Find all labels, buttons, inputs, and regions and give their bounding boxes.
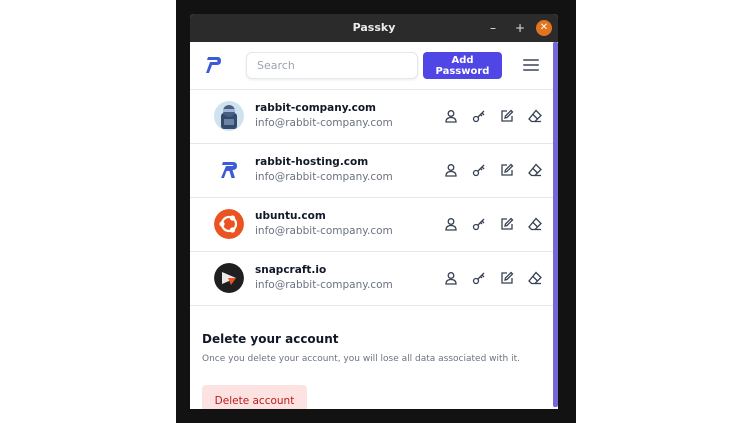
copy-password-icon[interactable] (472, 217, 486, 231)
website-name: rabbit-company.com (255, 102, 376, 114)
scrollbar-track[interactable] (553, 42, 558, 409)
passky-window: Passky – + ✕ Add Password (190, 14, 558, 409)
username-text: info@rabbit-company.com (255, 117, 393, 129)
delete-account-title: Delete your account (202, 332, 339, 346)
maximize-button[interactable]: + (512, 20, 528, 36)
window-title: Passky (352, 21, 396, 34)
password-row: ubuntu.com info@rabbit-company.com (190, 198, 553, 252)
delete-icon[interactable] (528, 109, 542, 123)
copy-username-icon[interactable] (444, 217, 458, 231)
edit-icon[interactable] (500, 271, 514, 285)
delete-account-button[interactable]: Delete account (202, 385, 307, 409)
rabbit-company-avatar-icon (214, 101, 244, 131)
website-name: rabbit-hosting.com (255, 156, 369, 168)
top-navigation: Add Password (190, 42, 553, 90)
delete-icon[interactable] (528, 271, 542, 285)
ubuntu-logo-icon (214, 209, 244, 239)
copy-password-icon[interactable] (472, 109, 486, 123)
edit-icon[interactable] (500, 109, 514, 123)
username-text: info@rabbit-company.com (255, 279, 393, 291)
website-name: ubuntu.com (255, 210, 326, 222)
copy-password-icon[interactable] (472, 163, 486, 177)
hamburger-menu-icon[interactable] (523, 59, 539, 73)
snapcraft-logo-icon (214, 263, 244, 293)
scrollbar-thumb[interactable] (553, 42, 558, 407)
copy-username-icon[interactable] (444, 163, 458, 177)
copy-password-icon[interactable] (472, 271, 486, 285)
password-row: rabbit-hosting.com info@rabbit-company.c… (190, 144, 553, 198)
add-password-button[interactable]: Add Password (423, 52, 502, 79)
search-input[interactable] (246, 52, 418, 79)
edit-icon[interactable] (500, 163, 514, 177)
username-text: info@rabbit-company.com (255, 171, 393, 183)
app-content: Add Password rabbit-company.com info@rab… (190, 42, 558, 409)
delete-account-description: Once you delete your account, you will l… (202, 354, 520, 364)
delete-icon[interactable] (528, 217, 542, 231)
website-name: snapcraft.io (255, 264, 327, 276)
minimize-button[interactable]: – (485, 20, 501, 36)
copy-username-icon[interactable] (444, 271, 458, 285)
title-bar: Passky – + ✕ (190, 14, 558, 42)
username-text: info@rabbit-company.com (255, 225, 393, 237)
copy-username-icon[interactable] (444, 109, 458, 123)
rabbit-hosting-logo-icon (214, 155, 244, 185)
close-button[interactable]: ✕ (536, 20, 552, 36)
password-row: rabbit-company.com info@rabbit-company.c… (190, 90, 553, 144)
password-row: snapcraft.io info@rabbit-company.com (190, 252, 553, 306)
delete-icon[interactable] (528, 163, 542, 177)
edit-icon[interactable] (500, 217, 514, 231)
passky-logo-icon[interactable] (206, 56, 222, 74)
